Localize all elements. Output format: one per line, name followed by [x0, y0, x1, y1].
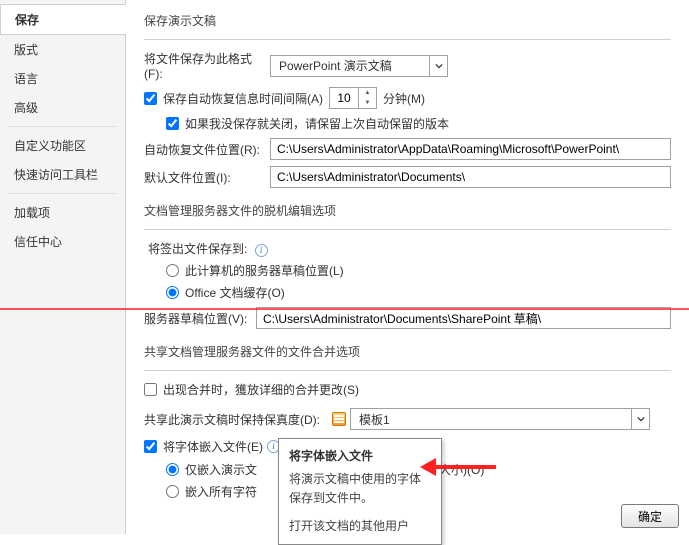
default-path-input[interactable] — [270, 166, 671, 188]
show-merge-label: 出现合并时，獲放详细的合并更改(S) — [163, 381, 359, 398]
presentation-icon — [332, 412, 346, 426]
divider — [144, 229, 671, 230]
show-merge-checkbox[interactable] — [144, 383, 157, 396]
office-cache-radio[interactable] — [166, 286, 179, 299]
embed-fonts-label: 将字体嵌入文件(E) — [163, 438, 263, 455]
embed-used-label: 仅嵌入演示文 — [185, 461, 257, 478]
section-merge: 共享文档管理服务器文件的文件合并选项 — [144, 343, 671, 360]
ok-button[interactable]: 确定 — [621, 504, 679, 528]
info-icon[interactable]: i — [255, 244, 268, 257]
tooltip-body-2: 打开该文档的其他用户 — [289, 517, 431, 536]
autosave-label: 保存自动恢复信息时间间隔(A) — [163, 90, 323, 107]
chevron-down-icon — [429, 56, 447, 76]
default-path-label: 默认文件位置(I): — [144, 169, 270, 186]
sidebar-item-layout[interactable]: 版式 — [0, 35, 125, 64]
local-drafts-radio[interactable] — [166, 264, 179, 277]
sidebar-separator — [8, 193, 117, 194]
sidebar-item-qat[interactable]: 快速访问工具栏 — [0, 160, 125, 189]
save-format-value: PowerPoint 演示文稿 — [271, 57, 429, 74]
fidelity-label: 共享此演示文稿时保持保真度(D): — [144, 411, 320, 428]
embed-fonts-tooltip: 将字体嵌入文件 将演示文稿中使用的字体保存到文件中。 打开该文档的其他用户 — [278, 438, 442, 545]
section-save-presentation: 保存演示文稿 — [144, 12, 671, 29]
chevron-down-icon — [631, 409, 649, 429]
local-drafts-label: 此计算机的服务器草稿位置(L) — [185, 262, 344, 279]
sidebar-item-advanced[interactable]: 高级 — [0, 93, 125, 122]
fidelity-doc-combo[interactable]: 模板1 — [350, 408, 650, 430]
autorecover-path-label: 自动恢复文件位置(R): — [144, 141, 270, 158]
office-cache-label: Office 文档缓存(O) — [185, 284, 285, 301]
tooltip-title: 将字体嵌入文件 — [289, 447, 431, 466]
divider — [144, 370, 671, 371]
autosave-checkbox[interactable] — [144, 92, 157, 105]
sidebar-item-addins[interactable]: 加载项 — [0, 198, 125, 227]
sidebar-item-trust-center[interactable]: 信任中心 — [0, 227, 125, 256]
embed-all-radio[interactable] — [166, 485, 179, 498]
autosave-interval-spinner[interactable]: ▲▼ — [329, 87, 377, 109]
autorecover-path-input[interactable] — [270, 138, 671, 160]
sidebar: 保存 版式 语言 高级 自定义功能区 快速访问工具栏 加载项 信任中心 — [0, 0, 126, 534]
sidebar-item-language[interactable]: 语言 — [0, 64, 125, 93]
checkout-to-label: 将签出文件保存到: — [148, 242, 247, 256]
tooltip-body-1: 将演示文稿中使用的字体保存到文件中。 — [289, 470, 431, 508]
section-doc-mgmt: 文档管理服务器文件的脱机编辑选项 — [144, 202, 671, 219]
save-format-label: 将文件保存为此格式(F): — [144, 50, 270, 81]
server-draft-path-input[interactable] — [256, 307, 671, 329]
save-format-combo[interactable]: PowerPoint 演示文稿 — [270, 55, 448, 77]
autosave-interval-input[interactable] — [330, 88, 358, 108]
sidebar-item-save[interactable]: 保存 — [0, 4, 126, 35]
embed-used-radio[interactable] — [166, 463, 179, 476]
embed-fonts-checkbox[interactable] — [144, 440, 157, 453]
sidebar-separator — [8, 126, 117, 127]
keep-last-checkbox[interactable] — [166, 117, 179, 130]
fidelity-doc-value: 模板1 — [351, 411, 631, 428]
spinner-down-icon[interactable]: ▼ — [359, 98, 376, 108]
sidebar-item-customize-ribbon[interactable]: 自定义功能区 — [0, 131, 125, 160]
keep-last-label: 如果我没保存就关闭，请保留上次自动保留的版本 — [185, 115, 449, 132]
embed-all-label: 嵌入所有字符 — [185, 483, 257, 500]
server-draft-path-label: 服务器草稿位置(V): — [144, 310, 256, 327]
minutes-label: 分钟(M) — [383, 90, 425, 107]
spinner-up-icon[interactable]: ▲ — [359, 88, 376, 98]
divider — [144, 39, 671, 40]
